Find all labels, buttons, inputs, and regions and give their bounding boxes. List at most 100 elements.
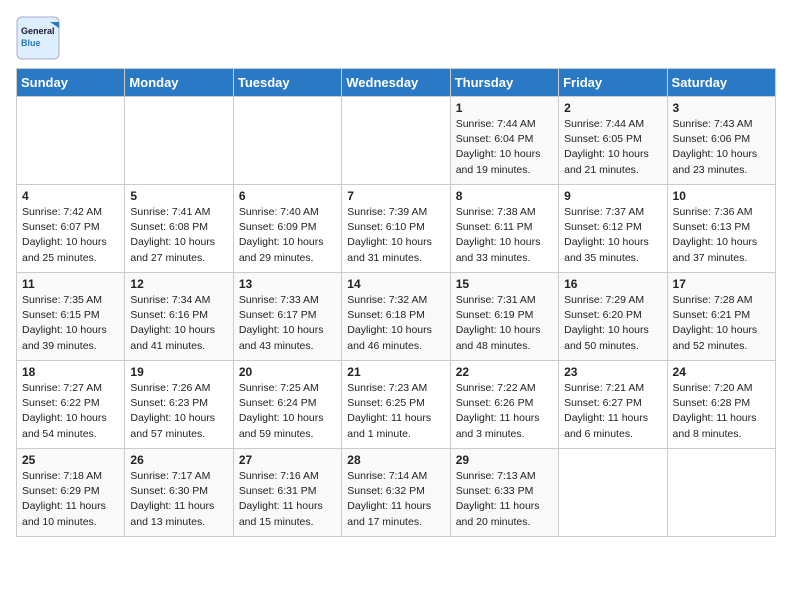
day-number: 29: [456, 453, 553, 467]
day-number: 27: [239, 453, 336, 467]
day-number: 13: [239, 277, 336, 291]
calendar-cell: 26 Sunrise: 7:17 AM Sunset: 6:30 PM Dayli…: [125, 449, 233, 537]
day-number: 26: [130, 453, 227, 467]
calendar-cell: [342, 97, 450, 185]
svg-text:Blue: Blue: [21, 38, 41, 48]
day-number: 3: [673, 101, 770, 115]
calendar-cell: 20 Sunrise: 7:25 AM Sunset: 6:24 PM Dayli…: [233, 361, 341, 449]
calendar-cell: 8 Sunrise: 7:38 AM Sunset: 6:11 PM Daylig…: [450, 185, 558, 273]
day-number: 11: [22, 277, 119, 291]
calendar-cell: 22 Sunrise: 7:22 AM Sunset: 6:26 PM Dayli…: [450, 361, 558, 449]
day-info: Sunrise: 7:14 AM Sunset: 6:32 PM Dayligh…: [347, 469, 444, 530]
calendar-cell: [125, 97, 233, 185]
calendar-cell: [667, 449, 775, 537]
day-info: Sunrise: 7:36 AM Sunset: 6:13 PM Dayligh…: [673, 205, 770, 266]
day-number: 7: [347, 189, 444, 203]
header: General Blue: [16, 16, 776, 60]
weekday-header-friday: Friday: [559, 69, 667, 97]
calendar-cell: 16 Sunrise: 7:29 AM Sunset: 6:20 PM Dayli…: [559, 273, 667, 361]
day-number: 8: [456, 189, 553, 203]
day-info: Sunrise: 7:42 AM Sunset: 6:07 PM Dayligh…: [22, 205, 119, 266]
day-number: 18: [22, 365, 119, 379]
calendar-cell: 14 Sunrise: 7:32 AM Sunset: 6:18 PM Dayli…: [342, 273, 450, 361]
day-number: 21: [347, 365, 444, 379]
calendar-cell: 4 Sunrise: 7:42 AM Sunset: 6:07 PM Daylig…: [17, 185, 125, 273]
day-info: Sunrise: 7:21 AM Sunset: 6:27 PM Dayligh…: [564, 381, 661, 442]
calendar-cell: 13 Sunrise: 7:33 AM Sunset: 6:17 PM Dayli…: [233, 273, 341, 361]
day-info: Sunrise: 7:23 AM Sunset: 6:25 PM Dayligh…: [347, 381, 444, 442]
calendar-cell: 18 Sunrise: 7:27 AM Sunset: 6:22 PM Dayli…: [17, 361, 125, 449]
day-number: 17: [673, 277, 770, 291]
calendar-cell: 11 Sunrise: 7:35 AM Sunset: 6:15 PM Dayli…: [17, 273, 125, 361]
day-info: Sunrise: 7:41 AM Sunset: 6:08 PM Dayligh…: [130, 205, 227, 266]
day-number: 5: [130, 189, 227, 203]
day-info: Sunrise: 7:43 AM Sunset: 6:06 PM Dayligh…: [673, 117, 770, 178]
day-info: Sunrise: 7:32 AM Sunset: 6:18 PM Dayligh…: [347, 293, 444, 354]
day-info: Sunrise: 7:28 AM Sunset: 6:21 PM Dayligh…: [673, 293, 770, 354]
calendar-cell: 1 Sunrise: 7:44 AM Sunset: 6:04 PM Daylig…: [450, 97, 558, 185]
day-number: 20: [239, 365, 336, 379]
day-info: Sunrise: 7:44 AM Sunset: 6:04 PM Dayligh…: [456, 117, 553, 178]
day-info: Sunrise: 7:38 AM Sunset: 6:11 PM Dayligh…: [456, 205, 553, 266]
day-number: 24: [673, 365, 770, 379]
day-info: Sunrise: 7:16 AM Sunset: 6:31 PM Dayligh…: [239, 469, 336, 530]
day-info: Sunrise: 7:26 AM Sunset: 6:23 PM Dayligh…: [130, 381, 227, 442]
weekday-header-sunday: Sunday: [17, 69, 125, 97]
logo-icon: General Blue: [16, 16, 60, 60]
calendar-cell: [233, 97, 341, 185]
svg-text:General: General: [21, 26, 55, 36]
day-number: 12: [130, 277, 227, 291]
day-number: 14: [347, 277, 444, 291]
day-number: 4: [22, 189, 119, 203]
calendar-cell: 28 Sunrise: 7:14 AM Sunset: 6:32 PM Dayli…: [342, 449, 450, 537]
day-info: Sunrise: 7:13 AM Sunset: 6:33 PM Dayligh…: [456, 469, 553, 530]
day-info: Sunrise: 7:31 AM Sunset: 6:19 PM Dayligh…: [456, 293, 553, 354]
day-number: 15: [456, 277, 553, 291]
day-info: Sunrise: 7:40 AM Sunset: 6:09 PM Dayligh…: [239, 205, 336, 266]
calendar-cell: 3 Sunrise: 7:43 AM Sunset: 6:06 PM Daylig…: [667, 97, 775, 185]
day-number: 25: [22, 453, 119, 467]
calendar-cell: 21 Sunrise: 7:23 AM Sunset: 6:25 PM Dayli…: [342, 361, 450, 449]
day-number: 19: [130, 365, 227, 379]
calendar-cell: 7 Sunrise: 7:39 AM Sunset: 6:10 PM Daylig…: [342, 185, 450, 273]
day-number: 10: [673, 189, 770, 203]
calendar-cell: 5 Sunrise: 7:41 AM Sunset: 6:08 PM Daylig…: [125, 185, 233, 273]
calendar-cell: [17, 97, 125, 185]
day-number: 6: [239, 189, 336, 203]
day-info: Sunrise: 7:29 AM Sunset: 6:20 PM Dayligh…: [564, 293, 661, 354]
calendar-cell: 12 Sunrise: 7:34 AM Sunset: 6:16 PM Dayli…: [125, 273, 233, 361]
day-number: 9: [564, 189, 661, 203]
day-info: Sunrise: 7:39 AM Sunset: 6:10 PM Dayligh…: [347, 205, 444, 266]
calendar-cell: 23 Sunrise: 7:21 AM Sunset: 6:27 PM Dayli…: [559, 361, 667, 449]
day-number: 2: [564, 101, 661, 115]
calendar-cell: 29 Sunrise: 7:13 AM Sunset: 6:33 PM Dayli…: [450, 449, 558, 537]
weekday-header-wednesday: Wednesday: [342, 69, 450, 97]
day-info: Sunrise: 7:20 AM Sunset: 6:28 PM Dayligh…: [673, 381, 770, 442]
day-number: 23: [564, 365, 661, 379]
weekday-header-thursday: Thursday: [450, 69, 558, 97]
day-number: 1: [456, 101, 553, 115]
calendar-cell: 9 Sunrise: 7:37 AM Sunset: 6:12 PM Daylig…: [559, 185, 667, 273]
calendar-cell: 2 Sunrise: 7:44 AM Sunset: 6:05 PM Daylig…: [559, 97, 667, 185]
day-info: Sunrise: 7:17 AM Sunset: 6:30 PM Dayligh…: [130, 469, 227, 530]
day-number: 16: [564, 277, 661, 291]
day-number: 28: [347, 453, 444, 467]
day-info: Sunrise: 7:44 AM Sunset: 6:05 PM Dayligh…: [564, 117, 661, 178]
day-info: Sunrise: 7:34 AM Sunset: 6:16 PM Dayligh…: [130, 293, 227, 354]
day-number: 22: [456, 365, 553, 379]
day-info: Sunrise: 7:35 AM Sunset: 6:15 PM Dayligh…: [22, 293, 119, 354]
calendar-cell: 10 Sunrise: 7:36 AM Sunset: 6:13 PM Dayli…: [667, 185, 775, 273]
weekday-header-saturday: Saturday: [667, 69, 775, 97]
day-info: Sunrise: 7:37 AM Sunset: 6:12 PM Dayligh…: [564, 205, 661, 266]
day-info: Sunrise: 7:25 AM Sunset: 6:24 PM Dayligh…: [239, 381, 336, 442]
day-info: Sunrise: 7:27 AM Sunset: 6:22 PM Dayligh…: [22, 381, 119, 442]
day-info: Sunrise: 7:33 AM Sunset: 6:17 PM Dayligh…: [239, 293, 336, 354]
calendar-cell: 27 Sunrise: 7:16 AM Sunset: 6:31 PM Dayli…: [233, 449, 341, 537]
weekday-header-tuesday: Tuesday: [233, 69, 341, 97]
calendar-cell: 15 Sunrise: 7:31 AM Sunset: 6:19 PM Dayli…: [450, 273, 558, 361]
calendar-cell: 6 Sunrise: 7:40 AM Sunset: 6:09 PM Daylig…: [233, 185, 341, 273]
weekday-header-monday: Monday: [125, 69, 233, 97]
day-info: Sunrise: 7:22 AM Sunset: 6:26 PM Dayligh…: [456, 381, 553, 442]
day-info: Sunrise: 7:18 AM Sunset: 6:29 PM Dayligh…: [22, 469, 119, 530]
calendar-cell: 25 Sunrise: 7:18 AM Sunset: 6:29 PM Dayli…: [17, 449, 125, 537]
